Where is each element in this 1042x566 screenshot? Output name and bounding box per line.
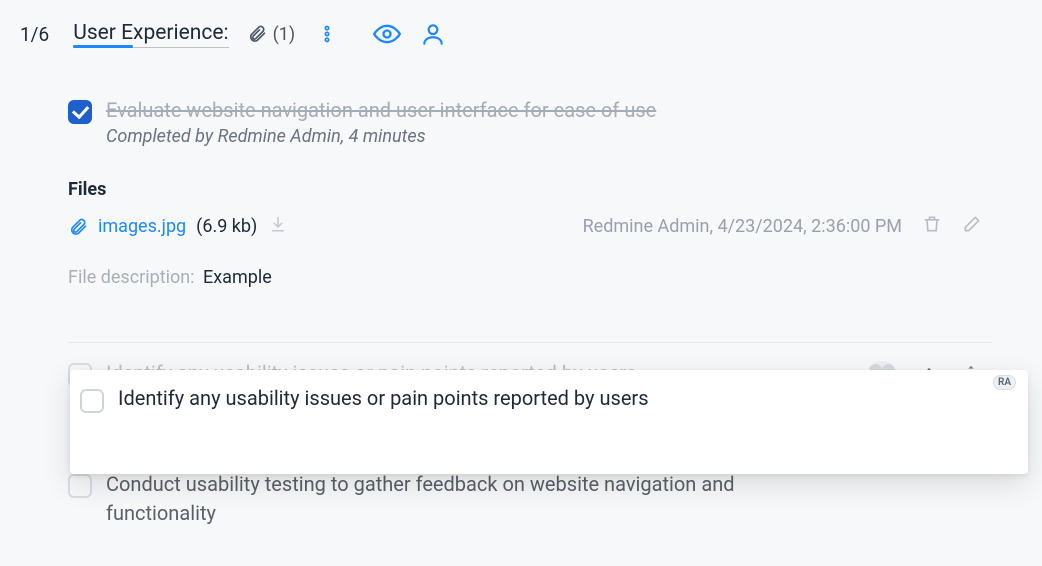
third-item-title: Conduct usability testing to gather feed… bbox=[106, 470, 746, 528]
file-description-row: File description: Example bbox=[68, 267, 992, 288]
file-description-value: Example bbox=[203, 267, 272, 288]
delete-file-icon[interactable] bbox=[922, 214, 942, 239]
checklist-item-completed: Evaluate website navigation and user int… bbox=[68, 98, 992, 147]
more-menu-icon[interactable] bbox=[313, 20, 341, 48]
assignee-icon[interactable] bbox=[419, 20, 447, 48]
download-icon[interactable] bbox=[269, 215, 287, 238]
floating-item-title: Identify any usability issues or pain po… bbox=[118, 386, 649, 410]
progress-count: 1/6 bbox=[20, 23, 55, 46]
attachment-count[interactable]: (1) bbox=[247, 24, 296, 45]
checkbox-empty[interactable] bbox=[80, 389, 104, 413]
files-heading: Files bbox=[68, 179, 992, 200]
file-row: images.jpg (6.9 kb) Redmine Admin, 4/23/… bbox=[68, 214, 992, 239]
file-size: (6.9 kb) bbox=[196, 216, 257, 237]
checklist-item: Conduct usability testing to gather feed… bbox=[68, 470, 998, 528]
file-description-label: File description: bbox=[68, 267, 195, 288]
checklist-title[interactable]: User Experience: bbox=[73, 21, 228, 48]
checkbox-checked[interactable] bbox=[68, 100, 92, 124]
file-meta: Redmine Admin, 4/23/2024, 2:36:00 PM bbox=[583, 216, 902, 237]
avatar-initials: RA bbox=[993, 375, 1016, 390]
edit-file-icon[interactable] bbox=[962, 214, 982, 239]
attachment-count-text: (1) bbox=[273, 24, 296, 45]
completed-item-subline: Completed by Redmine Admin, 4 minutes bbox=[106, 126, 656, 147]
completed-item-title: Evaluate website navigation and user int… bbox=[106, 98, 656, 122]
watch-icon[interactable] bbox=[373, 20, 401, 48]
paperclip-icon bbox=[68, 217, 88, 237]
paperclip-icon bbox=[247, 24, 267, 44]
checklist-header: 1/6 User Experience: (1) bbox=[20, 20, 1042, 48]
checkbox-empty[interactable] bbox=[68, 474, 92, 498]
file-name[interactable]: images.jpg bbox=[98, 216, 186, 237]
divider bbox=[68, 342, 992, 343]
dragging-checklist-item[interactable]: Identify any usability issues or pain po… bbox=[70, 370, 1028, 474]
